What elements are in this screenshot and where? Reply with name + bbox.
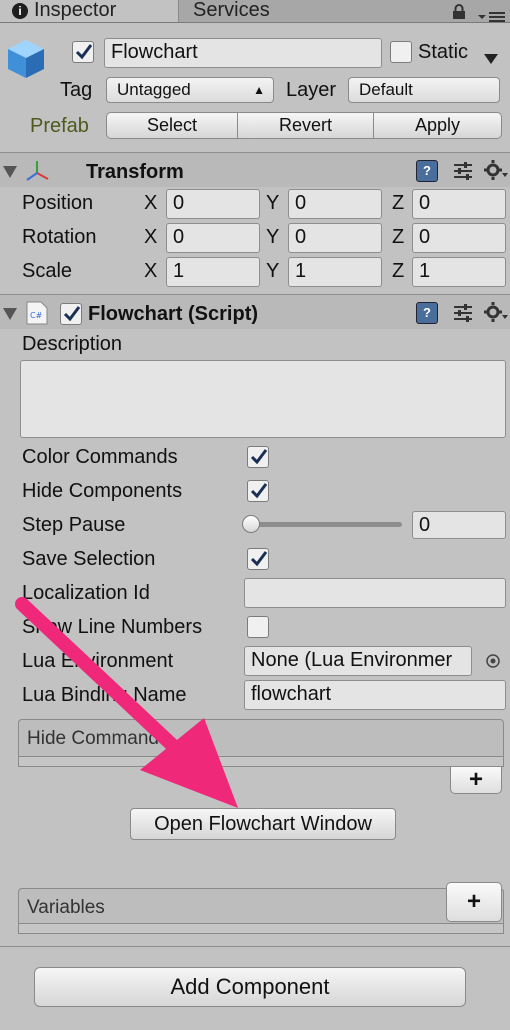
axis-y-label: Y	[266, 260, 280, 282]
layer-value: Default	[359, 80, 413, 99]
hide-components-checkbox[interactable]	[247, 480, 269, 502]
step-pause-field[interactable]: 0	[412, 511, 506, 539]
static-checkbox[interactable]	[390, 41, 412, 63]
axis-y-label: Y	[266, 226, 280, 248]
layer-label: Layer	[286, 79, 337, 101]
axis-x-label: X	[144, 226, 158, 248]
gameobject-cube-icon	[6, 38, 46, 86]
tag-value: Untagged	[117, 80, 191, 99]
scale-y-field[interactable]: 1	[288, 257, 382, 287]
lua-binding-name-field[interactable]: flowchart	[244, 680, 506, 710]
lua-environment-field[interactable]: None (Lua Environmer	[244, 646, 472, 676]
save-selection-checkbox[interactable]	[247, 548, 269, 570]
variables-add-button[interactable]: +	[446, 882, 502, 922]
position-label: Position	[22, 192, 94, 214]
tag-label: Tag	[60, 79, 93, 101]
position-y-field[interactable]: 0	[288, 189, 382, 219]
static-label: Static	[418, 41, 469, 63]
rotation-z-field[interactable]: 0	[412, 223, 506, 253]
axis-x-label: X	[144, 192, 158, 214]
tab-inspector-label: Inspector	[34, 0, 117, 21]
csharp-script-icon: C#	[26, 301, 48, 331]
flowchart-foldout-icon[interactable]	[3, 308, 17, 320]
hide-components-label: Hide Components	[22, 480, 183, 502]
hide-commands-list-body	[18, 757, 504, 767]
add-component-button[interactable]: Add Component	[34, 967, 466, 1007]
color-commands-checkbox[interactable]	[247, 446, 269, 468]
prefab-revert-button[interactable]: Revert	[237, 112, 374, 139]
gear-icon[interactable]	[484, 159, 508, 181]
hide-commands-add-button[interactable]: +	[450, 766, 502, 794]
prefab-select-button[interactable]: Select	[106, 112, 238, 139]
scale-x-field[interactable]: 1	[166, 257, 260, 287]
tab-inspector[interactable]: i Inspector	[0, 0, 179, 22]
description-label: Description	[22, 333, 123, 355]
tab-services-label: Services	[193, 0, 270, 21]
lua-binding-name-label: Lua Binding Name	[22, 684, 187, 706]
lua-environment-label: Lua Environment	[22, 650, 174, 672]
transform-foldout-icon[interactable]	[3, 166, 17, 178]
axis-y-label: Y	[266, 192, 280, 214]
localization-id-field[interactable]	[244, 578, 506, 608]
info-icon: i	[12, 3, 28, 19]
axis-z-label: Z	[392, 260, 405, 282]
flowchart-enabled-checkbox[interactable]	[60, 303, 82, 325]
tab-services[interactable]: Services	[179, 0, 329, 22]
save-selection-label: Save Selection	[22, 548, 156, 570]
axis-z-label: Z	[392, 226, 405, 248]
position-z-field[interactable]: 0	[412, 189, 506, 219]
axis-x-label: X	[144, 260, 158, 282]
transform-title: Transform	[86, 161, 184, 183]
object-picker-icon[interactable]	[485, 652, 501, 675]
step-pause-slider-thumb[interactable]	[242, 515, 260, 533]
separator	[0, 946, 510, 947]
updown-icon: ▲	[253, 83, 265, 97]
variables-list-body	[18, 924, 504, 934]
localization-id-label: Localization Id	[22, 582, 150, 604]
show-line-numbers-label: Show Line Numbers	[22, 616, 203, 638]
position-x-field[interactable]: 0	[166, 189, 260, 219]
prefab-apply-button[interactable]: Apply	[373, 112, 502, 139]
layer-dropdown[interactable]: Default	[348, 77, 500, 103]
description-textarea[interactable]	[20, 360, 506, 438]
rotation-x-field[interactable]: 0	[166, 223, 260, 253]
tab-menu-icon[interactable]	[478, 6, 506, 29]
prefab-label: Prefab	[30, 115, 89, 137]
svg-text:C#: C#	[30, 311, 43, 320]
rotation-label: Rotation	[22, 226, 97, 248]
step-pause-slider-track[interactable]	[250, 522, 402, 527]
hide-commands-list-header: Hide Commands	[18, 719, 504, 757]
gameobject-active-checkbox[interactable]	[72, 41, 94, 63]
color-commands-label: Color Commands	[22, 446, 178, 468]
rotation-y-field[interactable]: 0	[288, 223, 382, 253]
scale-label: Scale	[22, 260, 73, 282]
lock-icon[interactable]	[452, 3, 466, 26]
help-icon[interactable]: ?	[416, 302, 438, 324]
open-flowchart-window-button[interactable]: Open Flowchart Window	[130, 808, 396, 840]
gear-icon[interactable]	[484, 301, 508, 323]
flowchart-title: Flowchart (Script)	[88, 303, 259, 325]
show-line-numbers-checkbox[interactable]	[247, 616, 269, 638]
scale-z-field[interactable]: 1	[412, 257, 506, 287]
step-pause-label: Step Pause	[22, 514, 126, 536]
gameobject-name-field[interactable]: Flowchart	[104, 38, 382, 68]
help-icon[interactable]: ?	[416, 160, 438, 182]
variables-list-header: Variables	[18, 888, 504, 924]
tag-dropdown[interactable]: Untagged ▲	[106, 77, 274, 103]
transform-axes-icon	[24, 159, 50, 189]
presets-icon[interactable]	[452, 302, 474, 324]
axis-z-label: Z	[392, 192, 405, 214]
presets-icon[interactable]	[452, 160, 474, 182]
static-dropdown-icon[interactable]	[484, 47, 498, 70]
